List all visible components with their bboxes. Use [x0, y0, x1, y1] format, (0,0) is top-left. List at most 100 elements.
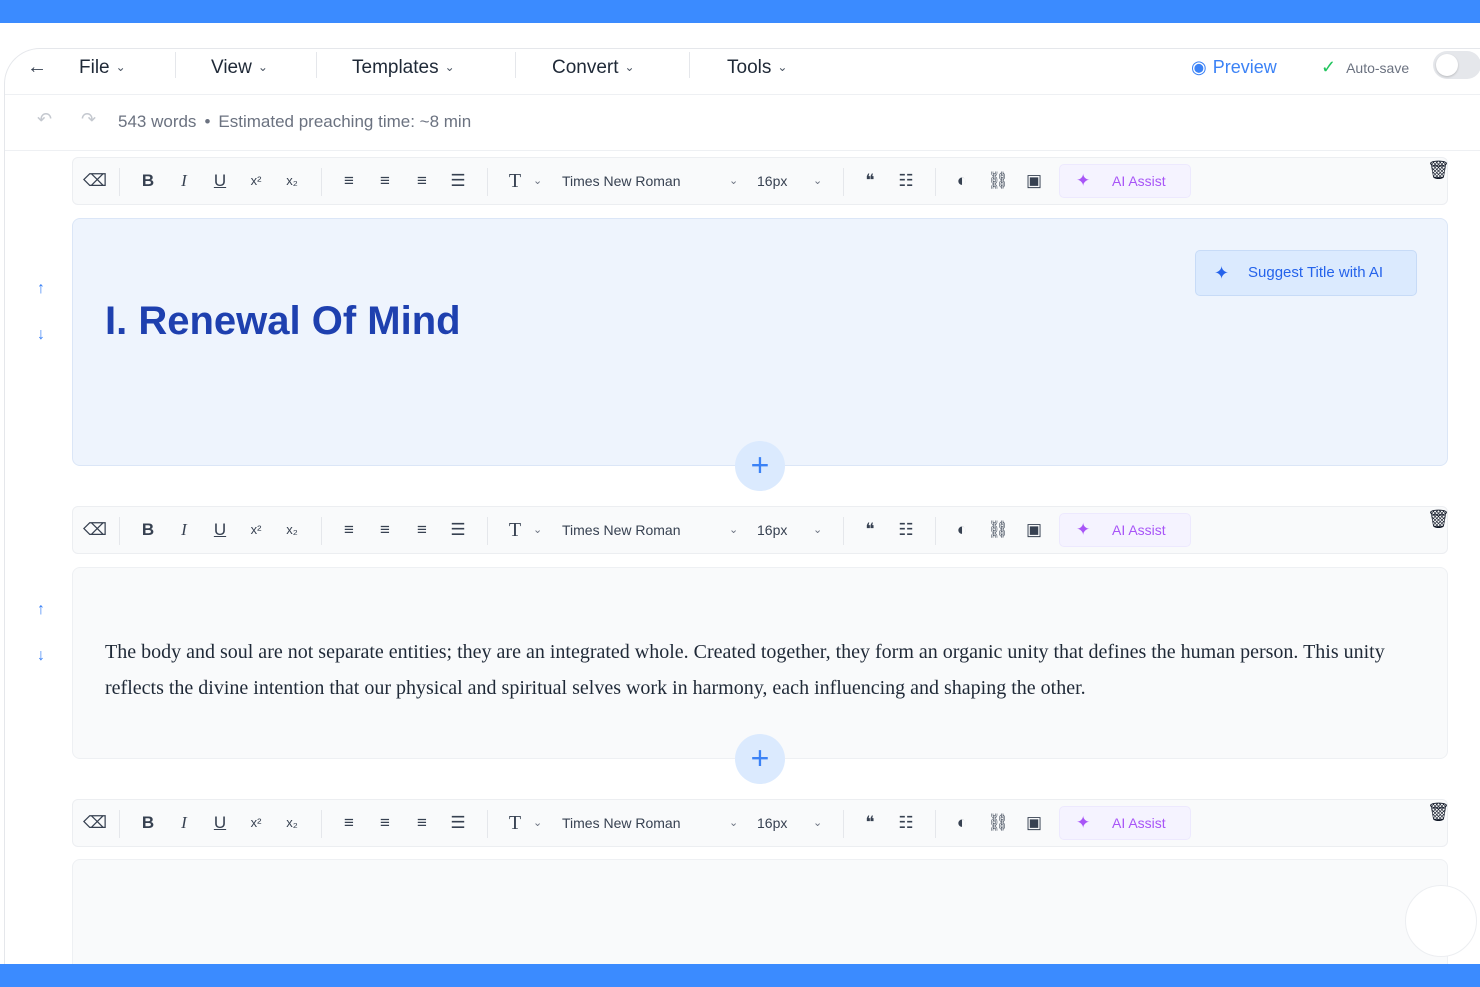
- menu-file[interactable]: File ⌄: [79, 53, 126, 82]
- title-block[interactable]: I. Renewal Of Mind ✦ Suggest Title with A…: [72, 218, 1448, 466]
- suggest-title-ai-button[interactable]: ✦ Suggest Title with AI: [1195, 250, 1417, 296]
- italic-icon[interactable]: I: [172, 518, 196, 542]
- ai-assist-button[interactable]: ✦ AI Assist: [1059, 806, 1191, 840]
- text-type-icon[interactable]: T: [503, 169, 527, 193]
- underline-icon[interactable]: U: [208, 518, 232, 542]
- subscript-icon[interactable]: x₂: [280, 169, 304, 193]
- quote-icon[interactable]: ❝: [858, 169, 882, 193]
- move-up-arrow-icon[interactable]: ↑: [23, 271, 59, 307]
- toolbar-divider: [321, 810, 322, 838]
- font-family-select[interactable]: Times New Roman: [562, 171, 681, 191]
- palette-icon[interactable]: ◐: [950, 518, 974, 542]
- align-center-icon[interactable]: ≡: [373, 169, 397, 193]
- palette-icon[interactable]: ◐: [950, 169, 974, 193]
- move-down-arrow-icon[interactable]: ↓: [23, 638, 59, 674]
- list-icon[interactable]: ☷: [894, 169, 918, 193]
- chevron-down-icon[interactable]: ⌄: [813, 171, 822, 191]
- superscript-icon[interactable]: x²: [244, 169, 268, 193]
- subscript-icon[interactable]: x₂: [280, 518, 304, 542]
- chevron-down-icon[interactable]: ⌄: [729, 520, 738, 540]
- chevron-down-icon[interactable]: ⌄: [813, 813, 822, 833]
- chevron-down-icon[interactable]: ⌄: [729, 813, 738, 833]
- add-block-button[interactable]: +: [735, 734, 785, 784]
- link-icon[interactable]: ⛓: [986, 518, 1010, 542]
- menu-templates[interactable]: Templates ⌄: [352, 53, 455, 82]
- palette-icon[interactable]: ◐: [950, 811, 974, 835]
- paragraph-block[interactable]: [72, 859, 1448, 964]
- chevron-down-icon: ⌄: [624, 60, 635, 74]
- preaching-time: Estimated preaching time: ~8 min: [218, 112, 472, 131]
- quote-icon[interactable]: ❝: [858, 518, 882, 542]
- italic-icon[interactable]: I: [172, 169, 196, 193]
- list-icon[interactable]: ☷: [894, 811, 918, 835]
- align-right-icon[interactable]: ≡: [410, 811, 434, 835]
- bold-icon[interactable]: B: [136, 518, 160, 542]
- quote-icon[interactable]: ❝: [858, 811, 882, 835]
- chevron-down-icon[interactable]: ⌄: [813, 520, 822, 540]
- italic-icon[interactable]: I: [172, 811, 196, 835]
- redo-icon[interactable]: ↷: [81, 109, 96, 130]
- superscript-icon[interactable]: x²: [244, 811, 268, 835]
- font-size-select[interactable]: 16px: [757, 171, 787, 191]
- align-justify-icon[interactable]: ☰: [446, 811, 470, 835]
- bold-icon[interactable]: B: [136, 169, 160, 193]
- image-icon[interactable]: ▣: [1022, 169, 1046, 193]
- add-block-button[interactable]: +: [735, 441, 785, 491]
- image-icon[interactable]: ▣: [1022, 811, 1046, 835]
- delete-block-trash-icon[interactable]: 🗑: [1427, 801, 1450, 823]
- menu-tools[interactable]: Tools ⌄: [727, 53, 787, 82]
- chevron-down-icon[interactable]: ⌄: [533, 171, 542, 191]
- ai-assist-button[interactable]: ✦ AI Assist: [1059, 513, 1191, 547]
- move-down-arrow-icon[interactable]: ↓: [23, 317, 59, 353]
- chevron-down-icon[interactable]: ⌄: [533, 813, 542, 833]
- align-left-icon[interactable]: ≡: [337, 811, 361, 835]
- move-up-arrow-icon[interactable]: ↑: [23, 592, 59, 628]
- align-center-icon[interactable]: ≡: [373, 518, 397, 542]
- image-icon[interactable]: ▣: [1022, 518, 1046, 542]
- align-justify-icon[interactable]: ☰: [446, 169, 470, 193]
- align-left-icon[interactable]: ≡: [337, 518, 361, 542]
- align-center-icon[interactable]: ≡: [373, 811, 397, 835]
- eraser-icon[interactable]: ⌫: [83, 518, 107, 542]
- delete-block-trash-icon[interactable]: 🗑: [1427, 508, 1450, 530]
- font-size-select[interactable]: 16px: [757, 813, 787, 833]
- superscript-icon[interactable]: x²: [244, 518, 268, 542]
- chevron-down-icon[interactable]: ⌄: [533, 520, 542, 540]
- align-justify-icon[interactable]: ☰: [446, 518, 470, 542]
- menu-view[interactable]: View ⌄: [211, 53, 268, 82]
- menu-bar: ← File ⌄ View ⌄ Templates ⌄ Convert ⌄ Tools ⌄…: [5, 49, 1480, 95]
- toolbar-divider: [321, 168, 322, 196]
- bold-icon[interactable]: B: [136, 811, 160, 835]
- block-heading[interactable]: I. Renewal Of Mind: [105, 299, 461, 344]
- undo-icon[interactable]: ↶: [37, 109, 52, 130]
- autosave-toggle[interactable]: [1433, 51, 1480, 79]
- font-size-select[interactable]: 16px: [757, 520, 787, 540]
- menu-divider: [175, 52, 176, 78]
- align-right-icon[interactable]: ≡: [410, 169, 434, 193]
- toolbar-divider: [487, 810, 488, 838]
- eraser-icon[interactable]: ⌫: [83, 811, 107, 835]
- sparkle-icon: ✦: [1076, 520, 1091, 539]
- eraser-icon[interactable]: ⌫: [83, 169, 107, 193]
- subscript-icon[interactable]: x₂: [280, 811, 304, 835]
- paragraph-block[interactable]: The body and soul are not separate entit…: [72, 567, 1448, 759]
- ai-assist-button[interactable]: ✦ AI Assist: [1059, 164, 1191, 198]
- menu-convert[interactable]: Convert ⌄: [552, 53, 635, 82]
- text-type-icon[interactable]: T: [503, 518, 527, 542]
- back-arrow-icon[interactable]: ←: [27, 55, 51, 79]
- delete-block-trash-icon[interactable]: 🗑: [1427, 159, 1450, 181]
- align-left-icon[interactable]: ≡: [337, 169, 361, 193]
- underline-icon[interactable]: U: [208, 169, 232, 193]
- floating-action-button[interactable]: [1405, 885, 1477, 957]
- font-family-select[interactable]: Times New Roman: [562, 520, 681, 540]
- chevron-down-icon[interactable]: ⌄: [729, 171, 738, 191]
- preview-button[interactable]: ◉ Preview: [1191, 53, 1277, 81]
- link-icon[interactable]: ⛓: [986, 811, 1010, 835]
- paragraph-text[interactable]: The body and soul are not separate entit…: [105, 634, 1405, 706]
- align-right-icon[interactable]: ≡: [410, 518, 434, 542]
- text-type-icon[interactable]: T: [503, 811, 527, 835]
- underline-icon[interactable]: U: [208, 811, 232, 835]
- list-icon[interactable]: ☷: [894, 518, 918, 542]
- link-icon[interactable]: ⛓: [986, 169, 1010, 193]
- font-family-select[interactable]: Times New Roman: [562, 813, 681, 833]
